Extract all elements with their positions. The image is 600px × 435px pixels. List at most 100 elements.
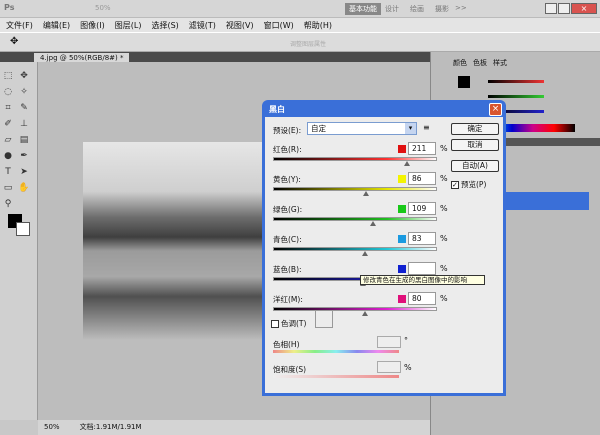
dialog-close-button[interactable]: ×: [489, 103, 502, 116]
saturation-label: 饱和度(S): [273, 365, 307, 374]
black-white-dialog: 黑白 × 预设(E): 自定 ▾ ≡ 红色(R): 211 % 黄色(Y): 86…: [262, 100, 506, 396]
red-slider[interactable]: [488, 80, 544, 83]
green-slider[interactable]: [488, 95, 544, 98]
tint-option[interactable]: 色调(T): [271, 318, 306, 329]
options-hint: 调整图层属性: [290, 41, 327, 48]
channel-swatch: [398, 295, 406, 303]
zoom-select[interactable]: 50%: [95, 4, 111, 12]
channel-value-input[interactable]: 86: [408, 172, 436, 185]
channel-value-input[interactable]: [408, 262, 436, 275]
restore-button[interactable]: [558, 3, 570, 14]
channel-value-input[interactable]: 211: [408, 142, 436, 155]
tint-checkbox[interactable]: [271, 319, 279, 328]
dialog-body: 预设(E): 自定 ▾ ≡ 红色(R): 211 % 黄色(Y): 86 % 绿色…: [265, 117, 503, 393]
move-tool-icon[interactable]: ✥: [10, 36, 18, 47]
workspace-paint[interactable]: 绘画: [410, 4, 424, 14]
channel-swatch: [398, 205, 406, 213]
channel-slider[interactable]: [273, 247, 437, 251]
channel-value-input[interactable]: 80: [408, 292, 436, 305]
path-tool-icon[interactable]: ➤: [18, 166, 30, 178]
app-bar: Ps 50% 基本功能 设计 绘画 摄影 >> ×: [0, 0, 600, 18]
crop-tool-icon[interactable]: ⌗: [2, 102, 14, 114]
slider-thumb[interactable]: [404, 161, 411, 166]
workspace-basic[interactable]: 基本功能: [345, 3, 381, 15]
workspace-photo[interactable]: 摄影: [435, 4, 449, 14]
tools-panel: ⬚ ✥ ◌ ✧ ⌗ ✎ ✐ ⊥ ▱ ▤ ● ✒ T ➤ ▭ ✋ ⚲: [0, 62, 38, 420]
panel-foreground-swatch[interactable]: [458, 76, 470, 88]
dialog-title: 黑白: [269, 105, 285, 114]
workspace-design[interactable]: 设计: [385, 4, 399, 14]
status-bar: 50% 文档:1.91M/1.91M: [38, 420, 430, 435]
saturation-input[interactable]: [377, 361, 401, 373]
channel-slider[interactable]: [273, 307, 437, 311]
channel-slider[interactable]: [273, 157, 437, 161]
channel-value-input[interactable]: 83: [408, 232, 436, 245]
document-image[interactable]: [83, 142, 262, 340]
tooltip: 修改青色在生成的黑白图像中的影响: [360, 275, 485, 285]
tint-color-swatch[interactable]: [315, 310, 333, 328]
percent-sign: %: [440, 264, 448, 273]
hue-input[interactable]: [377, 336, 401, 348]
preset-value: 自定: [311, 124, 326, 133]
tab-styles[interactable]: 样式: [493, 58, 507, 68]
zoom-level[interactable]: 50%: [44, 420, 60, 435]
channel-swatch: [398, 235, 406, 243]
gradient-tool-icon[interactable]: ▤: [18, 134, 30, 146]
close-window-button[interactable]: ×: [571, 3, 597, 14]
saturation-slider[interactable]: [273, 375, 399, 378]
percent-sign: %: [440, 174, 448, 183]
tint-label: 色调(T): [281, 319, 307, 328]
hue-slider[interactable]: [273, 350, 399, 353]
preview-option[interactable]: ✓ 预览(P): [451, 179, 486, 190]
slider-thumb[interactable]: [370, 221, 377, 226]
slider-thumb[interactable]: [361, 311, 368, 316]
channel-swatch: [398, 145, 406, 153]
preset-select[interactable]: 自定 ▾: [307, 122, 417, 135]
menu-image[interactable]: 图像(I): [80, 20, 105, 31]
cancel-button[interactable]: 取消: [451, 139, 499, 151]
preview-checkbox[interactable]: ✓: [451, 180, 459, 189]
ps-logo: Ps: [4, 3, 15, 12]
menu-window[interactable]: 窗口(W): [264, 20, 294, 31]
channel-slider[interactable]: [273, 217, 437, 221]
more-workspaces[interactable]: >>: [455, 4, 467, 12]
marquee-tool-icon[interactable]: ⬚: [2, 70, 14, 82]
menu-view[interactable]: 视图(V): [226, 20, 254, 31]
minimize-button[interactable]: [545, 3, 557, 14]
menu-filter[interactable]: 滤镜(T): [189, 20, 216, 31]
zoom-tool-icon[interactable]: ⚲: [2, 198, 14, 210]
eyedropper-tool-icon[interactable]: ✎: [18, 102, 30, 114]
chevron-down-icon: ▾: [405, 123, 416, 134]
channel-label: 蓝色(B):: [273, 265, 302, 274]
menu-select[interactable]: 选择(S): [151, 20, 178, 31]
hand-tool-icon[interactable]: ✋: [18, 182, 30, 194]
pen-tool-icon[interactable]: ✒: [18, 150, 30, 162]
stamp-tool-icon[interactable]: ⊥: [18, 118, 30, 130]
tab-color[interactable]: 颜色: [453, 58, 467, 68]
slider-thumb[interactable]: [361, 251, 368, 256]
lasso-tool-icon[interactable]: ◌: [2, 86, 14, 98]
slider-thumb[interactable]: [363, 191, 370, 196]
eraser-tool-icon[interactable]: ▱: [2, 134, 14, 146]
background-color[interactable]: [16, 222, 30, 236]
channel-swatch: [398, 175, 406, 183]
channel-value-input[interactable]: 109: [408, 202, 436, 215]
brush-tool-icon[interactable]: ✐: [2, 118, 14, 130]
wand-tool-icon[interactable]: ✧: [18, 86, 30, 98]
tab-swatches[interactable]: 色板: [473, 58, 487, 68]
menu-layer[interactable]: 图层(L): [115, 20, 142, 31]
dodge-tool-icon[interactable]: ●: [2, 150, 14, 162]
channel-slider[interactable]: [273, 187, 437, 191]
menu-edit[interactable]: 编辑(E): [43, 20, 70, 31]
auto-button[interactable]: 自动(A): [451, 160, 499, 172]
type-tool-icon[interactable]: T: [2, 166, 14, 178]
channel-label: 青色(C):: [273, 235, 302, 244]
preset-options-icon[interactable]: ≡: [423, 123, 430, 132]
menu-file[interactable]: 文件(F): [6, 20, 33, 31]
percent-sign: %: [440, 204, 448, 213]
menu-help[interactable]: 帮助(H): [304, 20, 332, 31]
ok-button[interactable]: 确定: [451, 123, 499, 135]
move-tool-icon[interactable]: ✥: [18, 70, 30, 82]
shape-tool-icon[interactable]: ▭: [2, 182, 14, 194]
preview-label: 预览(P): [461, 180, 487, 189]
